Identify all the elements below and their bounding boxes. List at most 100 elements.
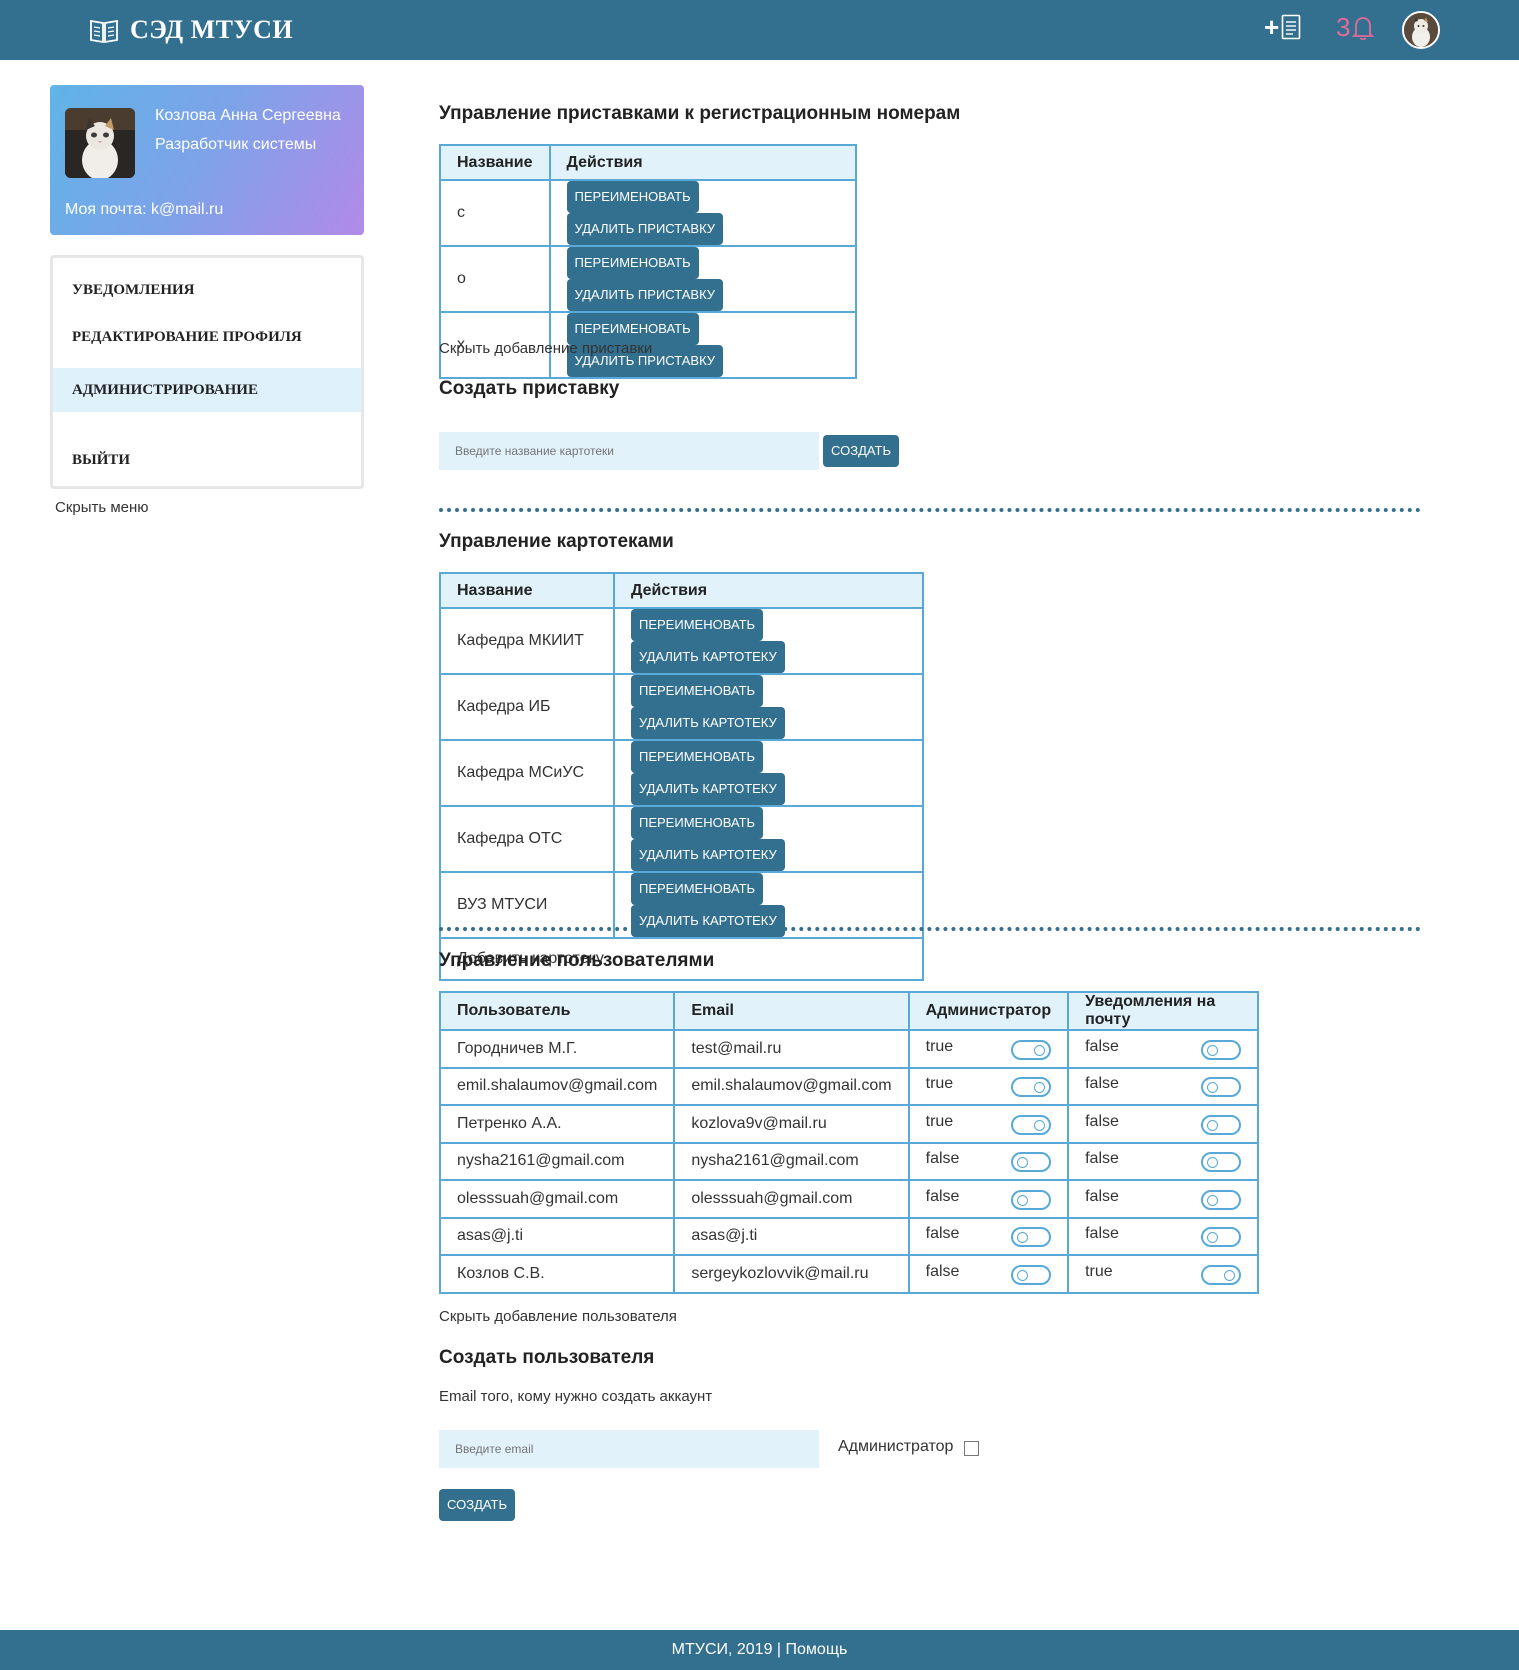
- profile-role: Разработчик системы: [155, 136, 317, 153]
- user-email: asas@j.ti: [673, 1216, 910, 1256]
- user-email: test@mail.ru: [673, 1029, 910, 1069]
- rename-prefix-button[interactable]: Переименовать: [566, 181, 699, 213]
- section-divider: [439, 927, 1421, 931]
- table-row: Кафедра МКИИТ ПереименоватьУдалить карто…: [439, 607, 924, 675]
- rename-cabinet-button[interactable]: Переименовать: [631, 873, 764, 905]
- notify-toggle[interactable]: [1201, 1114, 1241, 1135]
- menu-item-logout[interactable]: Выйти: [53, 438, 361, 482]
- admin-toggle[interactable]: [1011, 1039, 1052, 1060]
- table-row: emil.shalaumov@gmail.com emil.shalaumov@…: [438, 1066, 1259, 1106]
- user-name: Козлов С.В.: [438, 1254, 676, 1294]
- user-name: olesssuah@gmail.com: [438, 1179, 676, 1219]
- table-row: o ПереименоватьУдалить приставку: [439, 245, 858, 313]
- delete-prefix-button[interactable]: Удалить приставку: [566, 279, 724, 311]
- admin-toggle[interactable]: [1011, 1152, 1052, 1173]
- new-user-email-input[interactable]: [439, 1430, 819, 1468]
- cabinets-table: Название Действия Кафедра МКИИТ Переимен…: [439, 572, 924, 981]
- profile-name: Козлова Анна Сергеевна: [155, 107, 341, 124]
- create-user-title: Создать пользователя: [439, 1347, 655, 1368]
- admin-toggle[interactable]: [1011, 1264, 1052, 1285]
- admin-value: false: [925, 1150, 960, 1168]
- delete-cabinet-button[interactable]: Удалить картотеку: [631, 707, 785, 739]
- cabinets-col-actions: Действия: [613, 572, 924, 609]
- users-col-user: Пользователь: [438, 991, 676, 1031]
- delete-cabinet-button[interactable]: Удалить картотеку: [631, 905, 785, 937]
- notify-toggle[interactable]: [1201, 1264, 1241, 1285]
- admin-value: true: [925, 1037, 954, 1055]
- plus-icon: +: [1264, 12, 1280, 42]
- add-document-button[interactable]: +: [1264, 14, 1301, 40]
- notifications-button[interactable]: 3: [1336, 12, 1375, 43]
- bell-icon: [1352, 16, 1375, 40]
- notify-toggle[interactable]: [1201, 1227, 1241, 1248]
- admin-toggle[interactable]: [1011, 1189, 1052, 1210]
- users-table: Пользователь Email Администратор Уведомл…: [438, 991, 1259, 1294]
- footer-text[interactable]: МТУСИ, 2019 | Помощь: [672, 1641, 848, 1659]
- app-title: СЭД МТУСИ: [130, 15, 294, 44]
- create-prefix-button[interactable]: Создать: [823, 435, 899, 467]
- side-menu: Уведомления Редактирование профиля Админ…: [50, 255, 364, 489]
- menu-item-notifications[interactable]: Уведомления: [53, 268, 361, 312]
- rename-cabinet-button[interactable]: Переименовать: [631, 741, 764, 773]
- cabinets-col-name: Название: [439, 572, 615, 609]
- table-row: Городничев М.Г. test@mail.ru true false: [438, 1029, 1259, 1069]
- prefix-name: c: [439, 179, 551, 247]
- delete-cabinet-button[interactable]: Удалить картотеку: [631, 773, 785, 805]
- user-avatar[interactable]: [1402, 11, 1440, 49]
- notify-value: false: [1085, 1112, 1119, 1130]
- create-prefix-title: Создать приставку: [439, 378, 620, 399]
- table-row: Кафедра ОТС ПереименоватьУдалить картоте…: [439, 805, 924, 873]
- prefixes-col-actions: Действия: [548, 144, 858, 181]
- table-row: asas@j.ti asas@j.ti false false: [438, 1216, 1259, 1256]
- hide-menu-link[interactable]: Скрыть меню: [55, 499, 149, 516]
- footer: МТУСИ, 2019 | Помощь: [0, 1630, 1519, 1670]
- notify-toggle[interactable]: [1201, 1189, 1241, 1210]
- user-name: Петренко А.А.: [438, 1104, 676, 1144]
- cabinet-name: Кафедра ИБ: [439, 673, 615, 741]
- hide-add-user-link[interactable]: Скрыть добавление пользователя: [439, 1308, 677, 1325]
- rename-cabinet-button[interactable]: Переименовать: [631, 609, 764, 641]
- admin-value: false: [925, 1187, 960, 1205]
- users-col-notify: Уведомления на почту: [1067, 991, 1259, 1031]
- create-user-button[interactable]: Создать: [439, 1489, 515, 1521]
- notify-value: false: [1085, 1075, 1119, 1093]
- user-name: asas@j.ti: [438, 1216, 676, 1256]
- notify-toggle[interactable]: [1201, 1152, 1241, 1173]
- notify-toggle[interactable]: [1201, 1039, 1241, 1060]
- email-hint: Email того, кому нужно создать аккаунт: [439, 1388, 713, 1405]
- cabinet-name: Кафедра МСиУС: [439, 739, 615, 807]
- admin-checkbox[interactable]: [964, 1441, 979, 1456]
- table-row: Кафедра ИБ ПереименоватьУдалить картотек…: [439, 673, 924, 741]
- prefix-name: o: [439, 245, 551, 313]
- table-row: Кафедра МСиУС ПереименоватьУдалить карто…: [439, 739, 924, 807]
- notify-toggle[interactable]: [1201, 1077, 1241, 1098]
- table-row: Козлов С.В. sergeykozlovvik@mail.ru fals…: [438, 1254, 1259, 1294]
- menu-item-edit-profile[interactable]: Редактирование профиля: [53, 315, 361, 359]
- document-list-icon: [1281, 14, 1301, 40]
- app-logo[interactable]: СЭД МТУСИ: [88, 12, 293, 48]
- rename-cabinet-button[interactable]: Переименовать: [631, 807, 764, 839]
- admin-value: true: [925, 1075, 954, 1093]
- rename-cabinet-button[interactable]: Переименовать: [631, 675, 764, 707]
- user-name: emil.shalaumov@gmail.com: [438, 1066, 676, 1106]
- delete-cabinet-button[interactable]: Удалить картотеку: [631, 839, 785, 871]
- notifications-count: 3: [1336, 12, 1351, 42]
- table-row: Петренко А.А. kozlova9v@mail.ru true fal…: [438, 1104, 1259, 1144]
- hide-add-prefix-link[interactable]: Скрыть добавление приставки: [439, 340, 652, 357]
- notify-value: false: [1085, 1225, 1119, 1243]
- menu-item-administration[interactable]: Администрирование: [53, 368, 361, 412]
- rename-prefix-button[interactable]: Переименовать: [566, 247, 699, 279]
- user-email: kozlova9v@mail.ru: [673, 1104, 910, 1144]
- user-email: sergeykozlovvik@mail.ru: [673, 1254, 910, 1294]
- delete-cabinet-button[interactable]: Удалить картотеку: [631, 641, 785, 673]
- delete-prefix-button[interactable]: Удалить приставку: [566, 213, 724, 245]
- admin-value: false: [925, 1262, 960, 1280]
- admin-toggle[interactable]: [1011, 1114, 1052, 1135]
- prefix-name-input[interactable]: [439, 432, 819, 470]
- users-col-admin: Администратор: [907, 991, 1070, 1031]
- admin-toggle[interactable]: [1011, 1077, 1052, 1098]
- table-row: olesssuah@gmail.com olesssuah@gmail.com …: [438, 1179, 1259, 1219]
- admin-toggle[interactable]: [1011, 1227, 1052, 1248]
- book-icon: [90, 19, 118, 44]
- table-row: c ПереименоватьУдалить приставку: [439, 179, 858, 247]
